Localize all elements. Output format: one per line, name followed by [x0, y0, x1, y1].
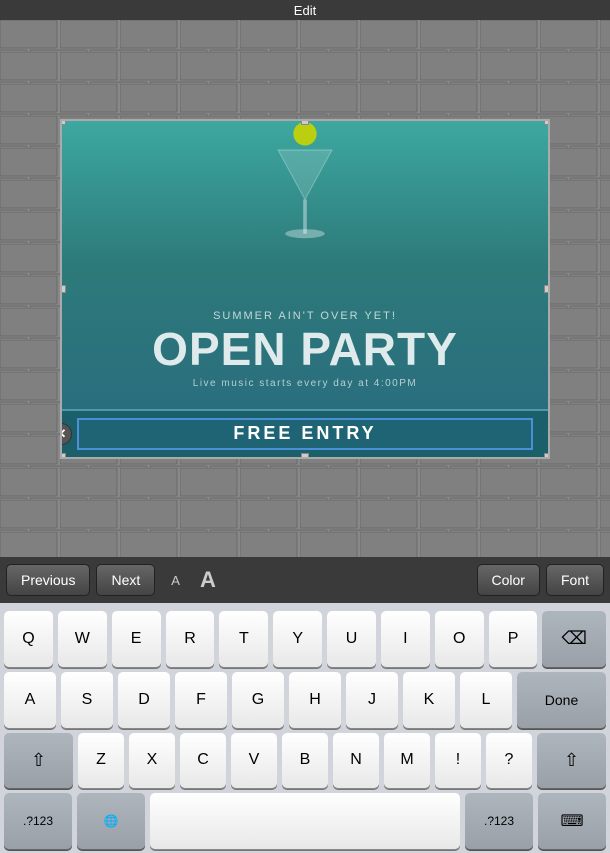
- resize-handle-tr[interactable]: [544, 119, 550, 125]
- previous-button[interactable]: Previous: [6, 564, 90, 596]
- resize-handle-mr[interactable]: [544, 285, 550, 293]
- resize-handle-ml[interactable]: [60, 285, 66, 293]
- key-s[interactable]: S: [61, 672, 113, 728]
- key-c[interactable]: C: [180, 733, 226, 789]
- key-d[interactable]: D: [118, 672, 170, 728]
- key-k[interactable]: K: [403, 672, 455, 728]
- close-button[interactable]: ✕: [60, 423, 72, 445]
- key-i[interactable]: I: [381, 611, 430, 667]
- top-bar: Edit: [0, 0, 610, 20]
- canvas-area: SUMMER AIN'T OVER YET! OPEN PARTY Live m…: [0, 20, 610, 557]
- key-l[interactable]: L: [460, 672, 512, 728]
- keyboard-row-bottom: .?123 🌐 .?123 ⌨: [4, 793, 606, 849]
- keyboard: Q W E R T Y U I O P ⌫ A S D F G H J K L …: [0, 603, 610, 853]
- keyboard-row-1: Q W E R T Y U I O P ⌫: [4, 611, 606, 667]
- key-e[interactable]: E: [112, 611, 161, 667]
- font-decrease-button[interactable]: A: [165, 571, 186, 590]
- key-x[interactable]: X: [129, 733, 175, 789]
- resize-handle-tm[interactable]: [301, 119, 309, 125]
- key-exclamation[interactable]: !: [435, 733, 481, 789]
- key-o[interactable]: O: [435, 611, 484, 667]
- key-shift-right[interactable]: ⇧: [537, 733, 606, 789]
- key-numbers-right[interactable]: .?123: [465, 793, 533, 849]
- font-size-controls: A A: [165, 565, 222, 595]
- poster-top: SUMMER AIN'T OVER YET! OPEN PARTY Live m…: [62, 121, 548, 409]
- poster-bottom: ✕: [62, 409, 548, 457]
- key-r[interactable]: R: [166, 611, 215, 667]
- keyboard-row-2: A S D F G H J K L Done: [4, 672, 606, 728]
- font-increase-button[interactable]: A: [194, 565, 222, 595]
- key-h[interactable]: H: [289, 672, 341, 728]
- poster: SUMMER AIN'T OVER YET! OPEN PARTY Live m…: [60, 119, 550, 459]
- key-done[interactable]: Done: [517, 672, 606, 728]
- key-q[interactable]: Q: [4, 611, 53, 667]
- resize-handle-bl[interactable]: [60, 453, 66, 459]
- font-button[interactable]: Font: [546, 564, 604, 596]
- key-backspace[interactable]: ⌫: [542, 611, 606, 667]
- key-u[interactable]: U: [327, 611, 376, 667]
- color-button[interactable]: Color: [477, 564, 540, 596]
- key-question[interactable]: ?: [486, 733, 532, 789]
- open-party-text: OPEN PARTY: [62, 326, 548, 372]
- key-globe[interactable]: 🌐: [77, 793, 145, 849]
- keyboard-row-3: ⇧ Z X C V B N M ! ? ⇧: [4, 733, 606, 789]
- toolbar: Previous Next A A Color Font: [0, 557, 610, 603]
- key-z[interactable]: Z: [78, 733, 124, 789]
- key-p[interactable]: P: [489, 611, 538, 667]
- key-f[interactable]: F: [175, 672, 227, 728]
- key-y[interactable]: Y: [273, 611, 322, 667]
- free-entry-input[interactable]: [124, 423, 486, 444]
- key-w[interactable]: W: [58, 611, 107, 667]
- summer-text: SUMMER AIN'T OVER YET!: [62, 310, 548, 322]
- key-b[interactable]: B: [282, 733, 328, 789]
- resize-handle-br[interactable]: [544, 453, 550, 459]
- key-a[interactable]: A: [4, 672, 56, 728]
- key-numbers-left[interactable]: .?123: [4, 793, 72, 849]
- key-g[interactable]: G: [232, 672, 284, 728]
- key-n[interactable]: N: [333, 733, 379, 789]
- next-button[interactable]: Next: [96, 564, 155, 596]
- poster-text-area: SUMMER AIN'T OVER YET! OPEN PARTY Live m…: [62, 310, 548, 389]
- resize-handle-bm[interactable]: [301, 453, 309, 459]
- key-space[interactable]: [150, 793, 460, 849]
- key-shift-left[interactable]: ⇧: [4, 733, 73, 789]
- page-title: Edit: [294, 3, 316, 18]
- key-keyboard-dismiss[interactable]: ⌨: [538, 793, 606, 849]
- key-v[interactable]: V: [231, 733, 277, 789]
- resize-handle-tl[interactable]: [60, 119, 66, 125]
- live-music-text: Live music starts every day at 4:00PM: [62, 378, 548, 389]
- key-m[interactable]: M: [384, 733, 430, 789]
- key-t[interactable]: T: [219, 611, 268, 667]
- text-box-selected[interactable]: [77, 418, 533, 450]
- key-j[interactable]: J: [346, 672, 398, 728]
